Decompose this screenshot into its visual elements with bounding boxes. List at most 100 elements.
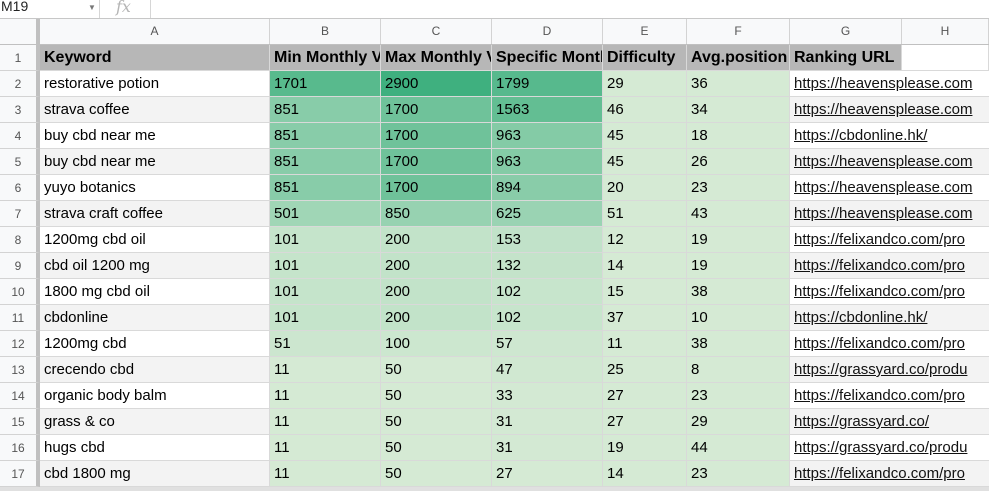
max-volume-cell[interactable]: 2900 (381, 71, 492, 97)
keyword-cell[interactable]: 1800 mg cbd oil (40, 279, 270, 305)
avg-position-cell[interactable]: 29 (687, 409, 790, 435)
min-volume-cell[interactable]: 51 (270, 331, 381, 357)
ranking-url-cell[interactable]: https://felixandco.com/pro (790, 253, 989, 279)
min-volume-cell[interactable]: 1701 (270, 71, 381, 97)
min-volume-cell[interactable]: 11 (270, 435, 381, 461)
header-cell-h[interactable] (902, 45, 989, 71)
avg-position-cell[interactable]: 23 (687, 383, 790, 409)
specific-month-cell[interactable]: 963 (492, 149, 603, 175)
difficulty-cell[interactable]: 19 (603, 435, 687, 461)
max-volume-cell[interactable]: 100 (381, 331, 492, 357)
min-volume-cell[interactable]: 101 (270, 253, 381, 279)
row-number[interactable]: 16 (0, 435, 40, 461)
ranking-url-link[interactable]: https://felixandco.com/pro (794, 335, 965, 352)
max-volume-cell[interactable]: 50 (381, 409, 492, 435)
avg-position-cell[interactable]: 10 (687, 305, 790, 331)
max-volume-cell[interactable]: 1700 (381, 97, 492, 123)
column-header-h[interactable]: H (902, 19, 989, 44)
ranking-url-cell[interactable]: https://grassyard.co/ (790, 409, 989, 435)
row-number[interactable]: 9 (0, 253, 40, 279)
min-volume-cell[interactable]: 11 (270, 383, 381, 409)
difficulty-cell[interactable]: 11 (603, 331, 687, 357)
avg-position-cell[interactable]: 36 (687, 71, 790, 97)
avg-position-cell[interactable]: 44 (687, 435, 790, 461)
min-volume-cell[interactable]: 851 (270, 123, 381, 149)
ranking-url-cell[interactable]: https://cbdonline.hk/ (790, 305, 989, 331)
keyword-cell[interactable]: 1200mg cbd (40, 331, 270, 357)
min-volume-cell[interactable]: 101 (270, 279, 381, 305)
specific-month-cell[interactable]: 102 (492, 305, 603, 331)
max-volume-cell[interactable]: 1700 (381, 175, 492, 201)
row-number[interactable]: 14 (0, 383, 40, 409)
ranking-url-cell[interactable]: https://heavensplease.com (790, 149, 989, 175)
ranking-url-link[interactable]: https://heavensplease.com (794, 179, 972, 196)
ranking-url-cell[interactable]: https://felixandco.com/pro (790, 227, 989, 253)
avg-position-cell[interactable]: 18 (687, 123, 790, 149)
difficulty-cell[interactable]: 27 (603, 409, 687, 435)
ranking-url-cell[interactable]: https://grassyard.co/produ (790, 357, 989, 383)
specific-month-cell[interactable]: 31 (492, 435, 603, 461)
ranking-url-cell[interactable]: https://felixandco.com/pro (790, 331, 989, 357)
ranking-url-cell[interactable]: https://cbdonline.hk/ (790, 123, 989, 149)
ranking-url-link[interactable]: https://grassyard.co/ (794, 413, 929, 430)
column-header-c[interactable]: C (381, 19, 492, 44)
difficulty-cell[interactable]: 51 (603, 201, 687, 227)
ranking-url-link[interactable]: https://heavensplease.com (794, 75, 972, 92)
ranking-url-link[interactable]: https://felixandco.com/pro (794, 387, 965, 404)
avg-position-cell[interactable]: 23 (687, 461, 790, 487)
specific-month-cell[interactable]: 57 (492, 331, 603, 357)
min-volume-cell[interactable]: 11 (270, 409, 381, 435)
min-volume-cell[interactable]: 851 (270, 97, 381, 123)
header-cell-b[interactable]: Min Monthly V (270, 45, 381, 71)
min-volume-cell[interactable]: 851 (270, 175, 381, 201)
ranking-url-link[interactable]: https://cbdonline.hk/ (794, 309, 927, 326)
specific-month-cell[interactable]: 1799 (492, 71, 603, 97)
avg-position-cell[interactable]: 8 (687, 357, 790, 383)
row-number[interactable]: 5 (0, 149, 40, 175)
ranking-url-link[interactable]: https://grassyard.co/produ (794, 361, 967, 378)
keyword-cell[interactable]: buy cbd near me (40, 149, 270, 175)
specific-month-cell[interactable]: 153 (492, 227, 603, 253)
difficulty-cell[interactable]: 29 (603, 71, 687, 97)
difficulty-cell[interactable]: 15 (603, 279, 687, 305)
row-number[interactable]: 12 (0, 331, 40, 357)
avg-position-cell[interactable]: 43 (687, 201, 790, 227)
difficulty-cell[interactable]: 14 (603, 253, 687, 279)
difficulty-cell[interactable]: 27 (603, 383, 687, 409)
min-volume-cell[interactable]: 851 (270, 149, 381, 175)
chevron-down-icon[interactable]: ▼ (88, 1, 96, 14)
ranking-url-cell[interactable]: https://felixandco.com/pro (790, 461, 989, 487)
specific-month-cell[interactable]: 33 (492, 383, 603, 409)
column-header-g[interactable]: G (790, 19, 902, 44)
select-all-corner[interactable] (0, 19, 40, 44)
min-volume-cell[interactable]: 101 (270, 227, 381, 253)
horizontal-scrollbar[interactable] (0, 487, 989, 491)
difficulty-cell[interactable]: 45 (603, 123, 687, 149)
specific-month-cell[interactable]: 27 (492, 461, 603, 487)
min-volume-cell[interactable]: 501 (270, 201, 381, 227)
keyword-cell[interactable]: cbdonline (40, 305, 270, 331)
keyword-cell[interactable]: crecendo cbd (40, 357, 270, 383)
ranking-url-cell[interactable]: https://grassyard.co/produ (790, 435, 989, 461)
keyword-cell[interactable]: restorative potion (40, 71, 270, 97)
min-volume-cell[interactable]: 11 (270, 357, 381, 383)
difficulty-cell[interactable]: 12 (603, 227, 687, 253)
avg-position-cell[interactable]: 26 (687, 149, 790, 175)
header-cell-c[interactable]: Max Monthly V (381, 45, 492, 71)
avg-position-cell[interactable]: 38 (687, 331, 790, 357)
column-header-e[interactable]: E (603, 19, 687, 44)
difficulty-cell[interactable]: 14 (603, 461, 687, 487)
ranking-url-link[interactable]: https://heavensplease.com (794, 101, 972, 118)
column-header-d[interactable]: D (492, 19, 603, 44)
row-number[interactable]: 7 (0, 201, 40, 227)
keyword-cell[interactable]: strava craft coffee (40, 201, 270, 227)
ranking-url-link[interactable]: https://heavensplease.com (794, 153, 972, 170)
keyword-cell[interactable]: strava coffee (40, 97, 270, 123)
row-number[interactable]: 11 (0, 305, 40, 331)
max-volume-cell[interactable]: 1700 (381, 123, 492, 149)
avg-position-cell[interactable]: 38 (687, 279, 790, 305)
header-cell-e[interactable]: Difficulty (603, 45, 687, 71)
row-number[interactable]: 8 (0, 227, 40, 253)
difficulty-cell[interactable]: 25 (603, 357, 687, 383)
row-number[interactable]: 3 (0, 97, 40, 123)
